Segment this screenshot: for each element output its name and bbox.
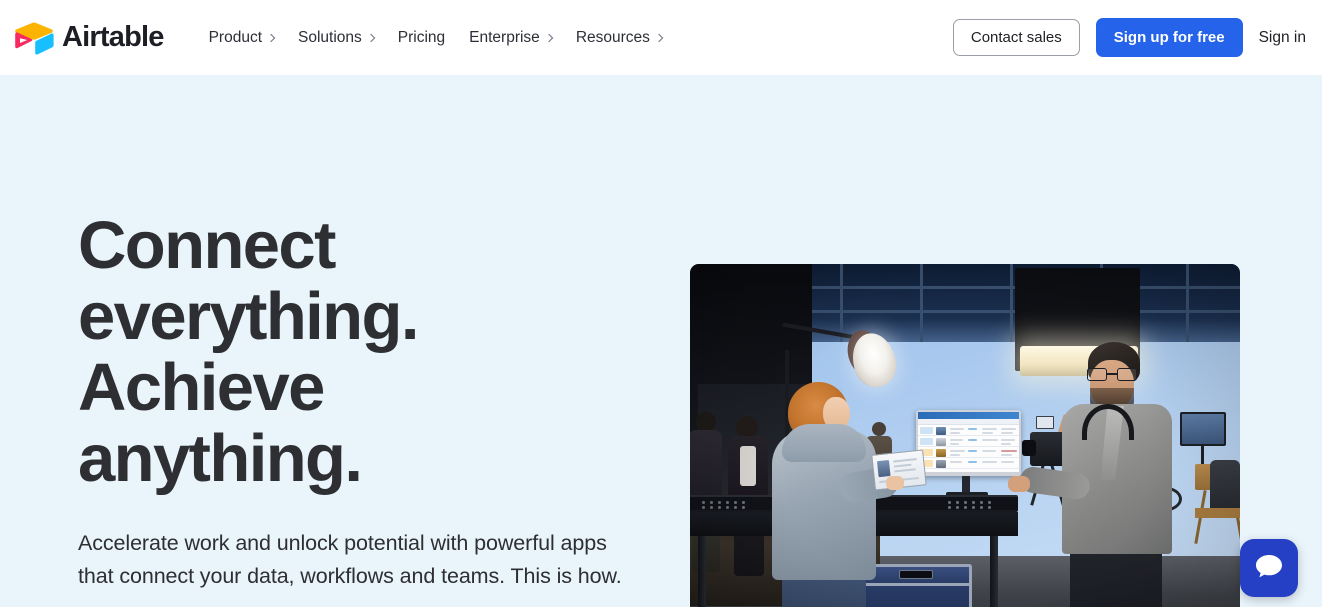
nav-item-resources[interactable]: Resources — [564, 21, 674, 55]
sign-in-link[interactable]: Sign in — [1259, 29, 1306, 47]
eyeglasses-icon — [1087, 368, 1137, 381]
hero-title-line-3: Achieve — [78, 350, 325, 425]
nav-label: Enterprise — [469, 28, 540, 46]
grid-row — [918, 436, 1019, 447]
grid-row — [918, 447, 1019, 458]
chevron-right-icon — [266, 33, 276, 42]
logo-link[interactable]: Airtable — [14, 21, 164, 55]
hero-title-line-4: anything. — [78, 421, 363, 496]
nav-item-pricing[interactable]: Pricing — [386, 21, 457, 55]
hero-title-line-2: everything. — [78, 279, 419, 354]
airtable-logo-icon — [14, 21, 54, 55]
background-person-body — [690, 430, 722, 504]
reference-monitor — [1180, 412, 1226, 446]
header-actions: Contact sales Sign up for free Sign in — [952, 18, 1306, 57]
chat-widget-button[interactable] — [1240, 539, 1298, 597]
chevron-right-icon — [544, 33, 554, 42]
chevron-right-icon — [366, 33, 376, 42]
background-person-head — [736, 416, 758, 438]
road-case-lid — [862, 564, 972, 586]
woman-hood — [782, 424, 866, 462]
grid-row — [918, 458, 1019, 469]
contact-sales-button[interactable]: Contact sales — [952, 19, 1080, 56]
site-header: Airtable Product Solutions Pricing Enter… — [0, 0, 1322, 75]
sign-up-button[interactable]: Sign up for free — [1095, 18, 1243, 57]
nav-label: Solutions — [298, 28, 362, 46]
background-person-head — [696, 412, 716, 432]
road-case-handle — [899, 570, 933, 579]
grid-row — [918, 425, 1019, 436]
nav-item-product[interactable]: Product — [197, 21, 286, 55]
nav-item-solutions[interactable]: Solutions — [286, 21, 386, 55]
man-trousers — [1070, 546, 1162, 607]
control-panel-right — [868, 497, 1018, 510]
directors-chair-seat — [1195, 508, 1240, 518]
logo-wordmark: Airtable — [62, 21, 164, 53]
studio-camera-lens — [1022, 440, 1036, 456]
nav-label: Pricing — [397, 28, 446, 46]
chevron-right-icon — [654, 33, 664, 42]
nav-item-enterprise[interactable]: Enterprise — [457, 21, 564, 55]
man-hand — [1008, 476, 1030, 492]
desk-monitor-screen — [918, 412, 1019, 472]
hero-title: Connect everything. Achieve anything. — [78, 210, 658, 494]
equipment-road-case — [862, 564, 972, 607]
main-navigation: Product Solutions Pricing Enterprise Res… — [197, 21, 674, 55]
camera-operator-head — [872, 422, 886, 436]
nav-label: Resources — [575, 28, 650, 46]
hero-subtitle: Accelerate work and unlock potential wit… — [78, 531, 622, 588]
background-person-shirt — [740, 446, 756, 486]
hero-section: Connect everything. Achieve anything. Ac… — [0, 75, 1322, 607]
chat-bubble-icon — [1254, 552, 1284, 585]
nav-label: Product — [208, 28, 262, 46]
app-topbar — [918, 412, 1019, 419]
hero-image — [690, 264, 1240, 607]
hero-copy: Connect everything. Achieve anything. Ac… — [78, 210, 658, 593]
page-root: Airtable Product Solutions Pricing Enter… — [0, 0, 1322, 607]
camera-monitor — [1036, 416, 1054, 429]
hero-title-line-1: Connect — [78, 208, 336, 283]
woman-hand — [886, 476, 904, 490]
